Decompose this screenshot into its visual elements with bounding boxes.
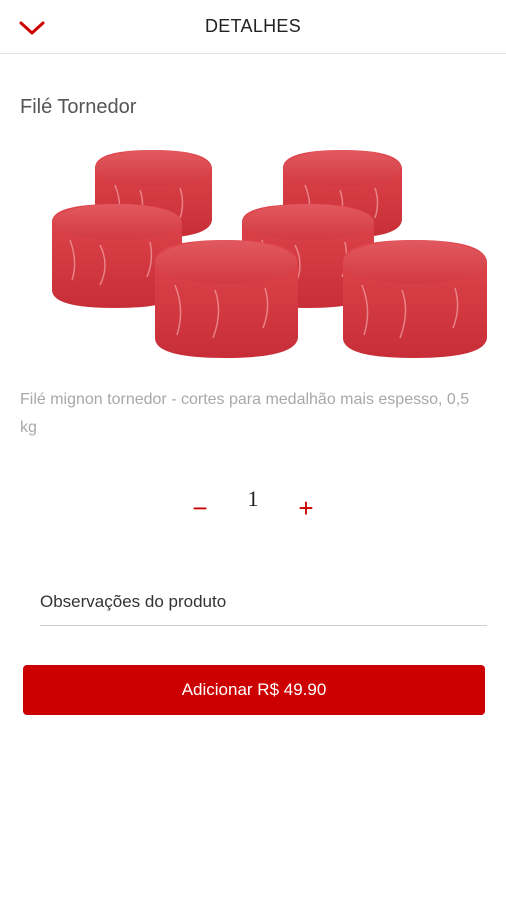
medallion-front-right bbox=[343, 240, 487, 358]
product-name: Filé Tornedor bbox=[20, 96, 137, 118]
quantity-value: 1 bbox=[247, 486, 259, 511]
product-details-screen: DETALHES Filé Tornedor Filé mignon torne… bbox=[0, 0, 506, 900]
close-button[interactable] bbox=[12, 12, 52, 44]
chevron-down-icon bbox=[19, 21, 45, 35]
page-title: DETALHES bbox=[204, 16, 302, 36]
decrease-quantity-button[interactable]: − bbox=[182, 490, 218, 526]
product-image bbox=[52, 150, 487, 358]
add-to-cart-button[interactable]: Adicionar R$ 49.90 bbox=[23, 665, 485, 715]
increase-quantity-button[interactable]: + bbox=[288, 490, 324, 526]
product-description: Filé mignon tornedor - cortes para medal… bbox=[20, 391, 470, 436]
product-notes-input[interactable] bbox=[40, 578, 487, 626]
medallion-front-left bbox=[155, 240, 298, 358]
top-bar: DETALHES bbox=[0, 0, 506, 54]
